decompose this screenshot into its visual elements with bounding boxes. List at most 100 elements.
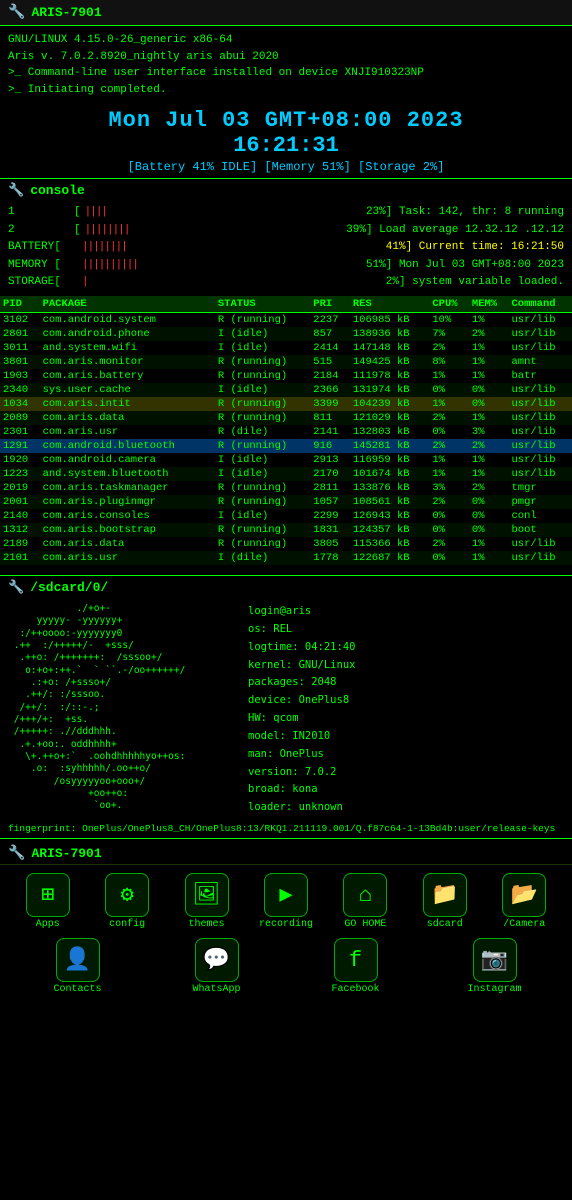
clock-section: Mon Jul 03 GMT+08:00 2023 16:21:31 [Batt…	[0, 102, 572, 178]
dock-item-whatsapp[interactable]: 💬 WhatsApp	[187, 938, 247, 995]
sdcard-header: 🔧 /sdcard/0/	[0, 575, 572, 599]
cell-cpu: 8%	[429, 355, 469, 369]
console-header: 🔧 console	[0, 178, 572, 202]
dock-item-instagram[interactable]: 📷 Instagram	[465, 938, 525, 995]
cell-pri: 2366	[310, 383, 350, 397]
console-stat-1: 23%] Task: 142, thr: 8 running	[366, 204, 564, 222]
dock-icon-instagram: 📷	[473, 938, 517, 982]
cell-pri: 1057	[310, 495, 350, 509]
title-icon: 🔧	[8, 4, 25, 21]
cell-pid: 1223	[0, 467, 40, 481]
cell-status: I (idle)	[215, 327, 310, 341]
cell-res: 104239 kB	[350, 397, 429, 411]
cell-cmd: usr/lib	[508, 383, 572, 397]
console-row-memory: MEMORY [ |||||||||| 51%] Mon Jul 03 GMT+…	[8, 257, 564, 275]
cell-res: 138936 kB	[350, 327, 429, 341]
cell-cmd: usr/lib	[508, 453, 572, 467]
cell-status: R (running)	[215, 369, 310, 383]
cell-package: com.android.phone	[40, 327, 215, 341]
col-pri: PRI	[310, 296, 350, 313]
table-row: 1903 com.aris.battery R (running) 2184 1…	[0, 369, 572, 383]
dock-icon-camera: 📂	[502, 873, 546, 917]
dock-item-go-home[interactable]: ⌂ GO HOME	[335, 873, 395, 930]
cell-cmd: usr/lib	[508, 425, 572, 439]
cell-mem: 1%	[469, 453, 509, 467]
cell-package: com.aris.pluginmgr	[40, 495, 215, 509]
console-row-storage: STORAGE[ | 2%] system variable loaded.	[8, 274, 564, 292]
dock-item-recording[interactable]: ▶ recording	[256, 873, 316, 930]
dock-item-sdcard[interactable]: 📁 sdcard	[415, 873, 475, 930]
cell-pid: 2101	[0, 551, 40, 565]
console-row-2: 2 [ |||||||| 39%] Load average 12.32.12 …	[8, 222, 564, 240]
app-dock: ⊞ Apps ⚙ config 🖼 themes ▶ recording ⌂ G…	[0, 864, 572, 1001]
cell-pid: 1920	[0, 453, 40, 467]
console-row-battery: BATTERY[ |||||||| 41%] Current time: 16:…	[8, 239, 564, 257]
table-row: 2101 com.aris.usr I (dile) 1778 122687 k…	[0, 551, 572, 565]
cell-status: R (running)	[215, 537, 310, 551]
col-cmd: Command	[508, 296, 572, 313]
cell-pid: 3102	[0, 312, 40, 327]
cell-package: com.aris.battery	[40, 369, 215, 383]
cell-res: 149425 kB	[350, 355, 429, 369]
cell-pid: 2089	[0, 411, 40, 425]
cell-pri: 1831	[310, 523, 350, 537]
cell-status: R (running)	[215, 397, 310, 411]
dock-item-facebook[interactable]: f Facebook	[326, 938, 386, 995]
cell-status: R (running)	[215, 439, 310, 453]
dock-icon-recording: ▶	[264, 873, 308, 917]
dock-row-1: ⊞ Apps ⚙ config 🖼 themes ▶ recording ⌂ G…	[0, 871, 572, 932]
dock-item-contacts[interactable]: 👤 Contacts	[48, 938, 108, 995]
cell-cmd: usr/lib	[508, 439, 572, 453]
cell-mem: 0%	[469, 509, 509, 523]
table-row: 1291 com.android.bluetooth R (running) 9…	[0, 439, 572, 453]
cell-res: 131974 kB	[350, 383, 429, 397]
cell-pri: 3805	[310, 537, 350, 551]
cell-pri: 2414	[310, 341, 350, 355]
cell-package: com.aris.monitor	[40, 355, 215, 369]
top-info: GNU/LINUX 4.15.0-26_generic x86-64 Aris …	[0, 26, 572, 102]
dock-label-apps: Apps	[36, 919, 60, 930]
dock-icon-whatsapp: 💬	[195, 938, 239, 982]
cell-pri: 2184	[310, 369, 350, 383]
dock-item-config[interactable]: ⚙ config	[97, 873, 157, 930]
cell-cpu: 2%	[429, 341, 469, 355]
cell-res: 147148 kB	[350, 341, 429, 355]
console-label-battery: BATTERY[	[8, 239, 78, 257]
cell-package: com.aris.consoles	[40, 509, 215, 523]
cell-cpu: 7%	[429, 327, 469, 341]
cell-cmd: conl	[508, 509, 572, 523]
dock-label-themes: themes	[189, 919, 225, 930]
cell-cmd: usr/lib	[508, 411, 572, 425]
cell-mem: 2%	[469, 327, 509, 341]
console-bar-battery: ||||||||	[82, 239, 127, 257]
system-info: login@aris os: REL logtime: 04:21:40 ker…	[248, 603, 355, 817]
dock-icon-themes: 🖼	[185, 873, 229, 917]
table-row: 2001 com.aris.pluginmgr R (running) 1057…	[0, 495, 572, 509]
cell-mem: 1%	[469, 411, 509, 425]
cell-cpu: 1%	[429, 397, 469, 411]
col-package: PACKAGE	[40, 296, 215, 313]
dock-label-config: config	[109, 919, 145, 930]
dock-item-themes[interactable]: 🖼 themes	[177, 873, 237, 930]
cell-pid: 1903	[0, 369, 40, 383]
cell-status: I (idle)	[215, 341, 310, 355]
cell-mem: 1%	[469, 312, 509, 327]
cell-pri: 1778	[310, 551, 350, 565]
cell-status: R (running)	[215, 312, 310, 327]
console-row-1: 1 [ |||| 23%] Task: 142, thr: 8 running	[8, 204, 564, 222]
cell-pri: 2811	[310, 481, 350, 495]
cell-mem: 1%	[469, 369, 509, 383]
cell-pid: 1312	[0, 523, 40, 537]
cell-package: com.android.bluetooth	[40, 439, 215, 453]
cell-cpu: 0%	[429, 523, 469, 537]
console-stat-storage: 2%] system variable loaded.	[386, 274, 564, 292]
table-row: 1223 and.system.bluetooth I (idle) 2170 …	[0, 467, 572, 481]
sdcard-section: ./+o+- yyyyy- -yyyyyy+ :/++oooo:-yyyyyyy…	[0, 599, 572, 821]
col-pid: PID	[0, 296, 40, 313]
dock-item-apps[interactable]: ⊞ Apps	[18, 873, 78, 930]
col-status: STATUS	[215, 296, 310, 313]
table-row: 1920 com.android.camera I (idle) 2913 11…	[0, 453, 572, 467]
dock-item-camera[interactable]: 📂 /Camera	[494, 873, 554, 930]
cell-pri: 857	[310, 327, 350, 341]
cell-status: I (idle)	[215, 509, 310, 523]
